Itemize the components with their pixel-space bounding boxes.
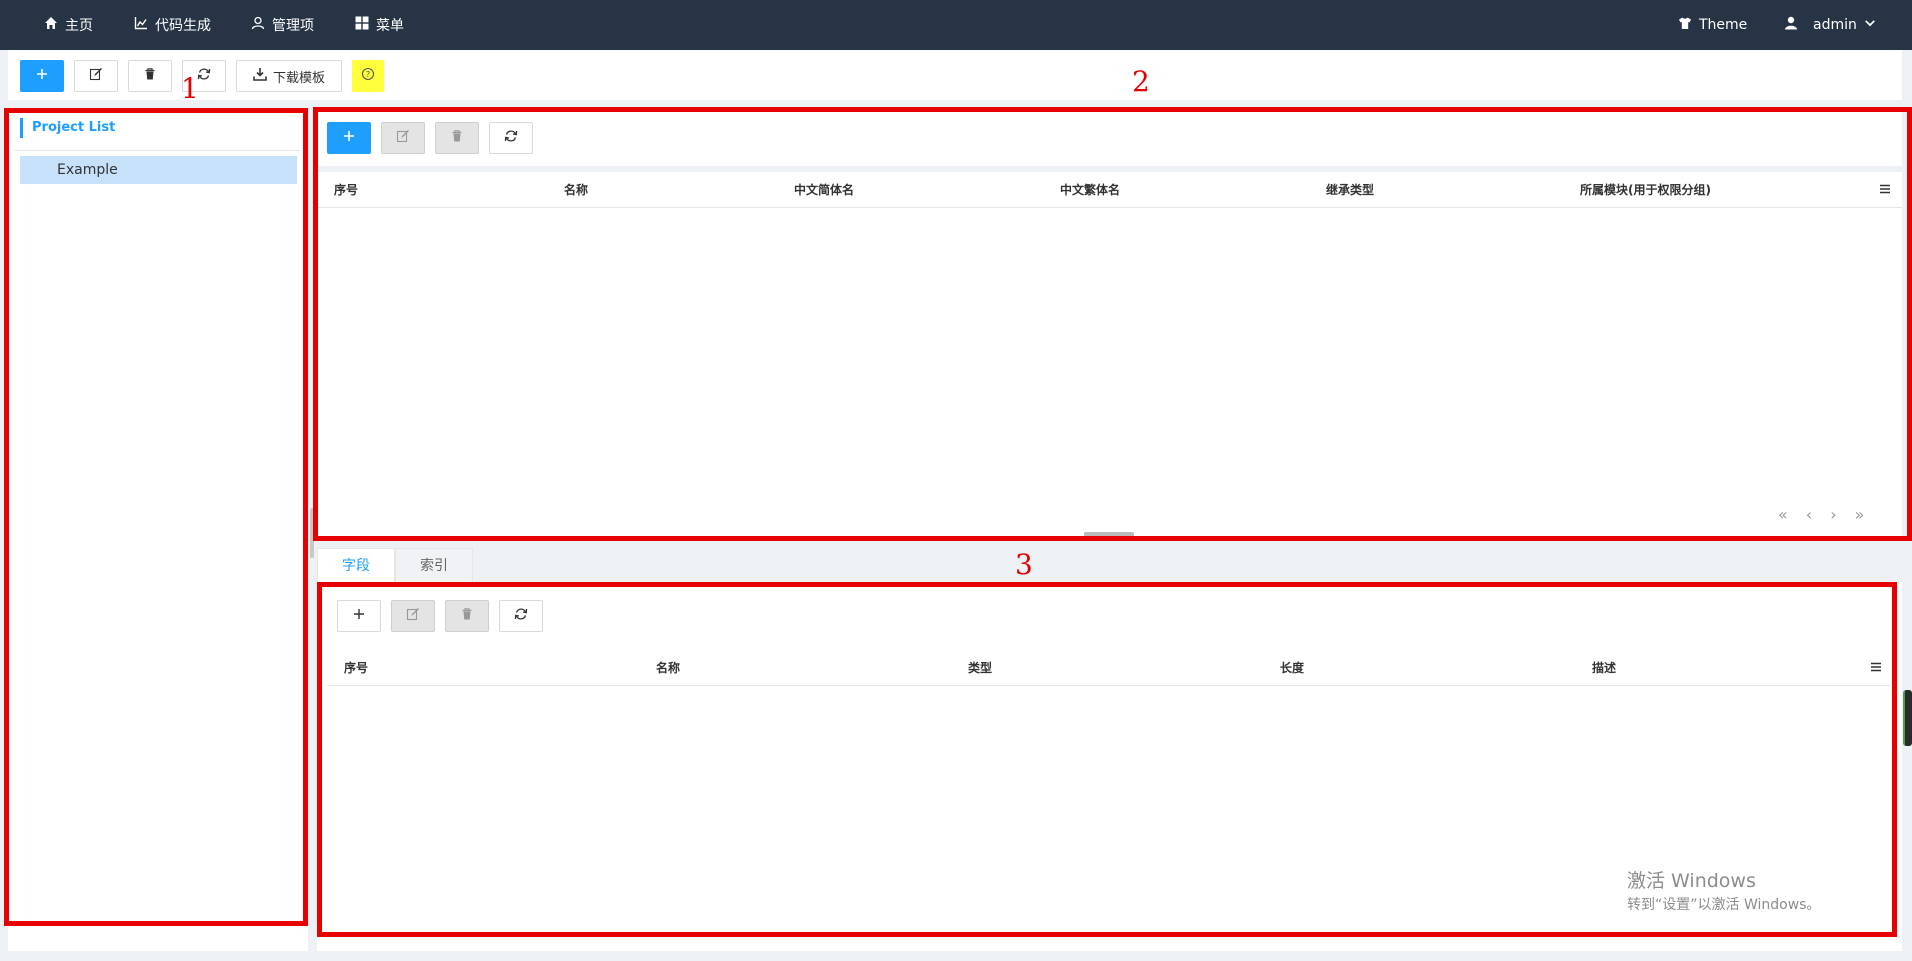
divider [14,150,300,151]
nav-menu[interactable]: 菜单 [355,0,404,50]
nav-user-label: admin [1813,17,1857,33]
column-header[interactable]: 长度 [1280,650,1304,686]
grid-icon [355,16,369,34]
nav-home-label: 主页 [65,18,93,34]
pager: « ‹ › » [1778,505,1864,524]
panel-resize-handle[interactable] [1084,532,1134,537]
nav-codegen-label: 代码生成 [155,18,211,34]
question-icon: ? [361,67,375,85]
nav-manage[interactable]: 管理项 [251,0,314,50]
column-header[interactable]: 名称 [564,172,588,208]
project-list-panel [8,108,308,951]
add-field-button[interactable] [337,600,381,632]
refresh-icon [514,607,528,625]
watermark-subtitle: 转到“设置”以激活 Windows。 [1627,897,1821,913]
nav-manage-label: 管理项 [272,18,314,34]
edit-icon [406,607,420,625]
user-icon [1784,16,1798,34]
trash-icon [143,67,157,85]
svg-text:?: ? [366,70,370,79]
nav-codegen[interactable]: 代码生成 [134,0,211,50]
edit-project-button[interactable] [74,60,118,92]
delete-project-button[interactable] [128,60,172,92]
edit-icon [396,129,410,147]
detail-tabs: 字段 索引 [317,548,473,582]
annotation-label-1: 1 [181,72,199,105]
help-button[interactable]: ? [352,60,384,92]
chart-icon [134,16,148,34]
column-header[interactable]: 序号 [334,172,358,208]
column-header[interactable]: 所属模块(用于权限分组) [1580,172,1711,208]
edit-field-button[interactable] [391,600,435,632]
tab-fields[interactable]: 字段 [317,548,395,582]
refresh-field-button[interactable] [499,600,543,632]
project-tree-item[interactable]: Example [20,156,297,184]
shirt-icon [1678,16,1692,34]
nav-menu-label: 菜单 [376,18,404,34]
prev-page-button[interactable]: ‹ [1806,505,1812,524]
column-header[interactable]: 类型 [968,650,992,686]
download-template-label: 下载模板 [272,70,325,86]
delete-field-button[interactable] [445,600,489,632]
tab-indexes[interactable]: 索引 [395,548,473,582]
column-header[interactable]: 继承类型 [1326,172,1374,208]
vertical-splitter[interactable] [310,508,314,558]
download-icon [253,67,267,85]
refresh-entity-button[interactable] [489,122,533,154]
scrollbar-thumb[interactable] [1903,690,1912,746]
first-page-button[interactable]: « [1778,505,1788,524]
download-template-button[interactable]: 下载模板 [236,60,342,92]
refresh-icon [197,67,211,85]
watermark-title: 激活 Windows [1627,870,1756,892]
nav-user[interactable]: admin [1784,0,1876,50]
nav-home[interactable]: 主页 [44,0,93,50]
hamburger-icon[interactable] [1878,182,1892,196]
trash-icon [450,129,464,147]
nav-theme[interactable]: Theme [1678,0,1747,50]
project-list-title: Project List [20,118,115,138]
plus-icon [35,67,49,85]
edit-icon [89,67,103,85]
chevron-down-icon [1864,17,1876,33]
add-project-button[interactable] [20,60,64,92]
column-header[interactable]: 描述 [1592,650,1616,686]
refresh-icon [504,129,518,147]
edit-entity-button[interactable] [381,122,425,154]
field-table-header: 序号 名称 类型 长度 描述 [327,650,1890,686]
plus-icon [342,129,356,147]
column-header[interactable]: 中文繁体名 [1060,172,1120,208]
entity-table-header: 序号 名称 中文简体名 中文繁体名 继承类型 所属模块(用于权限分组) [317,172,1902,208]
entity-toolbar [317,108,1902,166]
last-page-button[interactable]: » [1855,505,1865,524]
annotation-label-3: 3 [1015,548,1033,581]
delete-entity-button[interactable] [435,122,479,154]
column-header[interactable]: 序号 [344,650,368,686]
windows-activation-watermark: 激活 Windows 转到“设置”以激活 Windows。 [1627,868,1820,916]
hamburger-icon[interactable] [1869,660,1883,674]
nav-theme-label: Theme [1699,17,1748,33]
plus-icon [352,607,366,625]
top-navbar: 主页 代码生成 管理项 菜单 Theme admin [0,0,1912,50]
column-header[interactable]: 名称 [656,650,680,686]
next-page-button[interactable]: › [1830,505,1836,524]
trash-icon [460,607,474,625]
annotation-label-2: 2 [1132,65,1150,98]
column-header[interactable]: 中文简体名 [794,172,854,208]
add-entity-button[interactable] [327,122,371,154]
home-icon [44,16,58,34]
user-outline-icon [251,16,265,34]
